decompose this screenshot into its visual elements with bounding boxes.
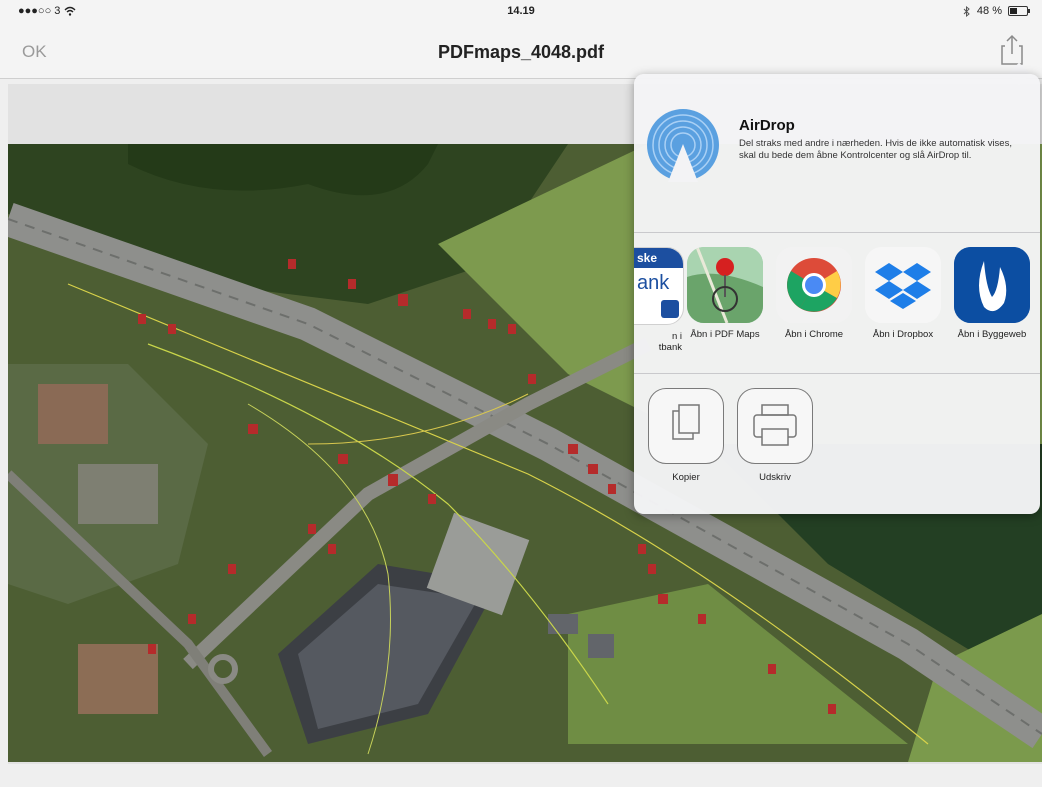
print-icon <box>737 388 813 464</box>
airdrop-description: Del straks med andre i nærheden. Hvis de… <box>739 138 1012 161</box>
airdrop-section[interactable]: AirDrop Del straks med andre i nærheden.… <box>634 74 1040 233</box>
chrome-icon <box>776 247 852 323</box>
airdrop-icon <box>646 108 720 182</box>
bluetooth-icon <box>963 5 970 17</box>
ipad-screen: ●●●○○ 3 14.19 48 % OK PDFmaps_4048.pdf A… <box>0 0 1042 787</box>
copy-action[interactable]: Kopier <box>646 388 726 483</box>
print-action[interactable]: Udskriv <box>735 388 815 483</box>
status-time: 14.19 <box>507 5 535 17</box>
bank-icon-text-top: ske <box>637 251 658 265</box>
app-label: Åbn i Chrome <box>784 329 844 340</box>
app-pdf-maps[interactable]: Åbn i PDF Maps <box>682 247 768 340</box>
status-right: 48 % <box>963 5 1030 17</box>
action-label: Udskriv <box>759 472 791 483</box>
app-label: Åbn i Dropbox <box>872 329 934 340</box>
bank-icon-text-mid: ank <box>637 272 670 294</box>
share-sheet-popover: AirDrop Del straks med andre i nærheden.… <box>634 74 1040 514</box>
app-label: Åbn i PDF Maps <box>690 329 760 340</box>
copy-icon <box>648 388 724 464</box>
action-label: Kopier <box>672 472 700 483</box>
share-apps-row[interactable]: ske ank n i tbank Åbn i PDF Maps Åbn i C… <box>634 233 1040 374</box>
dropbox-icon <box>865 247 941 323</box>
battery-percent: 48 % <box>976 5 1002 17</box>
app-bank[interactable]: ske ank n i tbank <box>634 247 688 353</box>
app-label: Åbn i Byggeweb <box>957 329 1027 340</box>
share-icon <box>1001 34 1023 65</box>
share-actions-row: Kopier Udskriv <box>634 374 1040 514</box>
battery-icon <box>1008 6 1030 16</box>
app-byggeweb[interactable]: Åbn i Byggeweb <box>949 247 1035 340</box>
document-title: PDFmaps_4048.pdf <box>437 42 605 62</box>
app-label: n i tbank <box>658 331 682 353</box>
bank-app-icon: ske ank <box>634 247 684 325</box>
airdrop-title: AirDrop <box>739 117 795 134</box>
app-dropbox[interactable]: Åbn i Dropbox <box>860 247 946 340</box>
status-bar: ●●●○○ 3 14.19 48 % <box>0 0 1042 22</box>
pdf-maps-icon <box>687 247 763 323</box>
bottom-toolbar-strip <box>0 764 1042 787</box>
byggeweb-icon <box>954 247 1030 323</box>
app-chrome[interactable]: Åbn i Chrome <box>771 247 857 340</box>
navigation-bar: OK PDFmaps_4048.pdf <box>0 22 1042 79</box>
share-button[interactable] <box>1000 34 1024 66</box>
